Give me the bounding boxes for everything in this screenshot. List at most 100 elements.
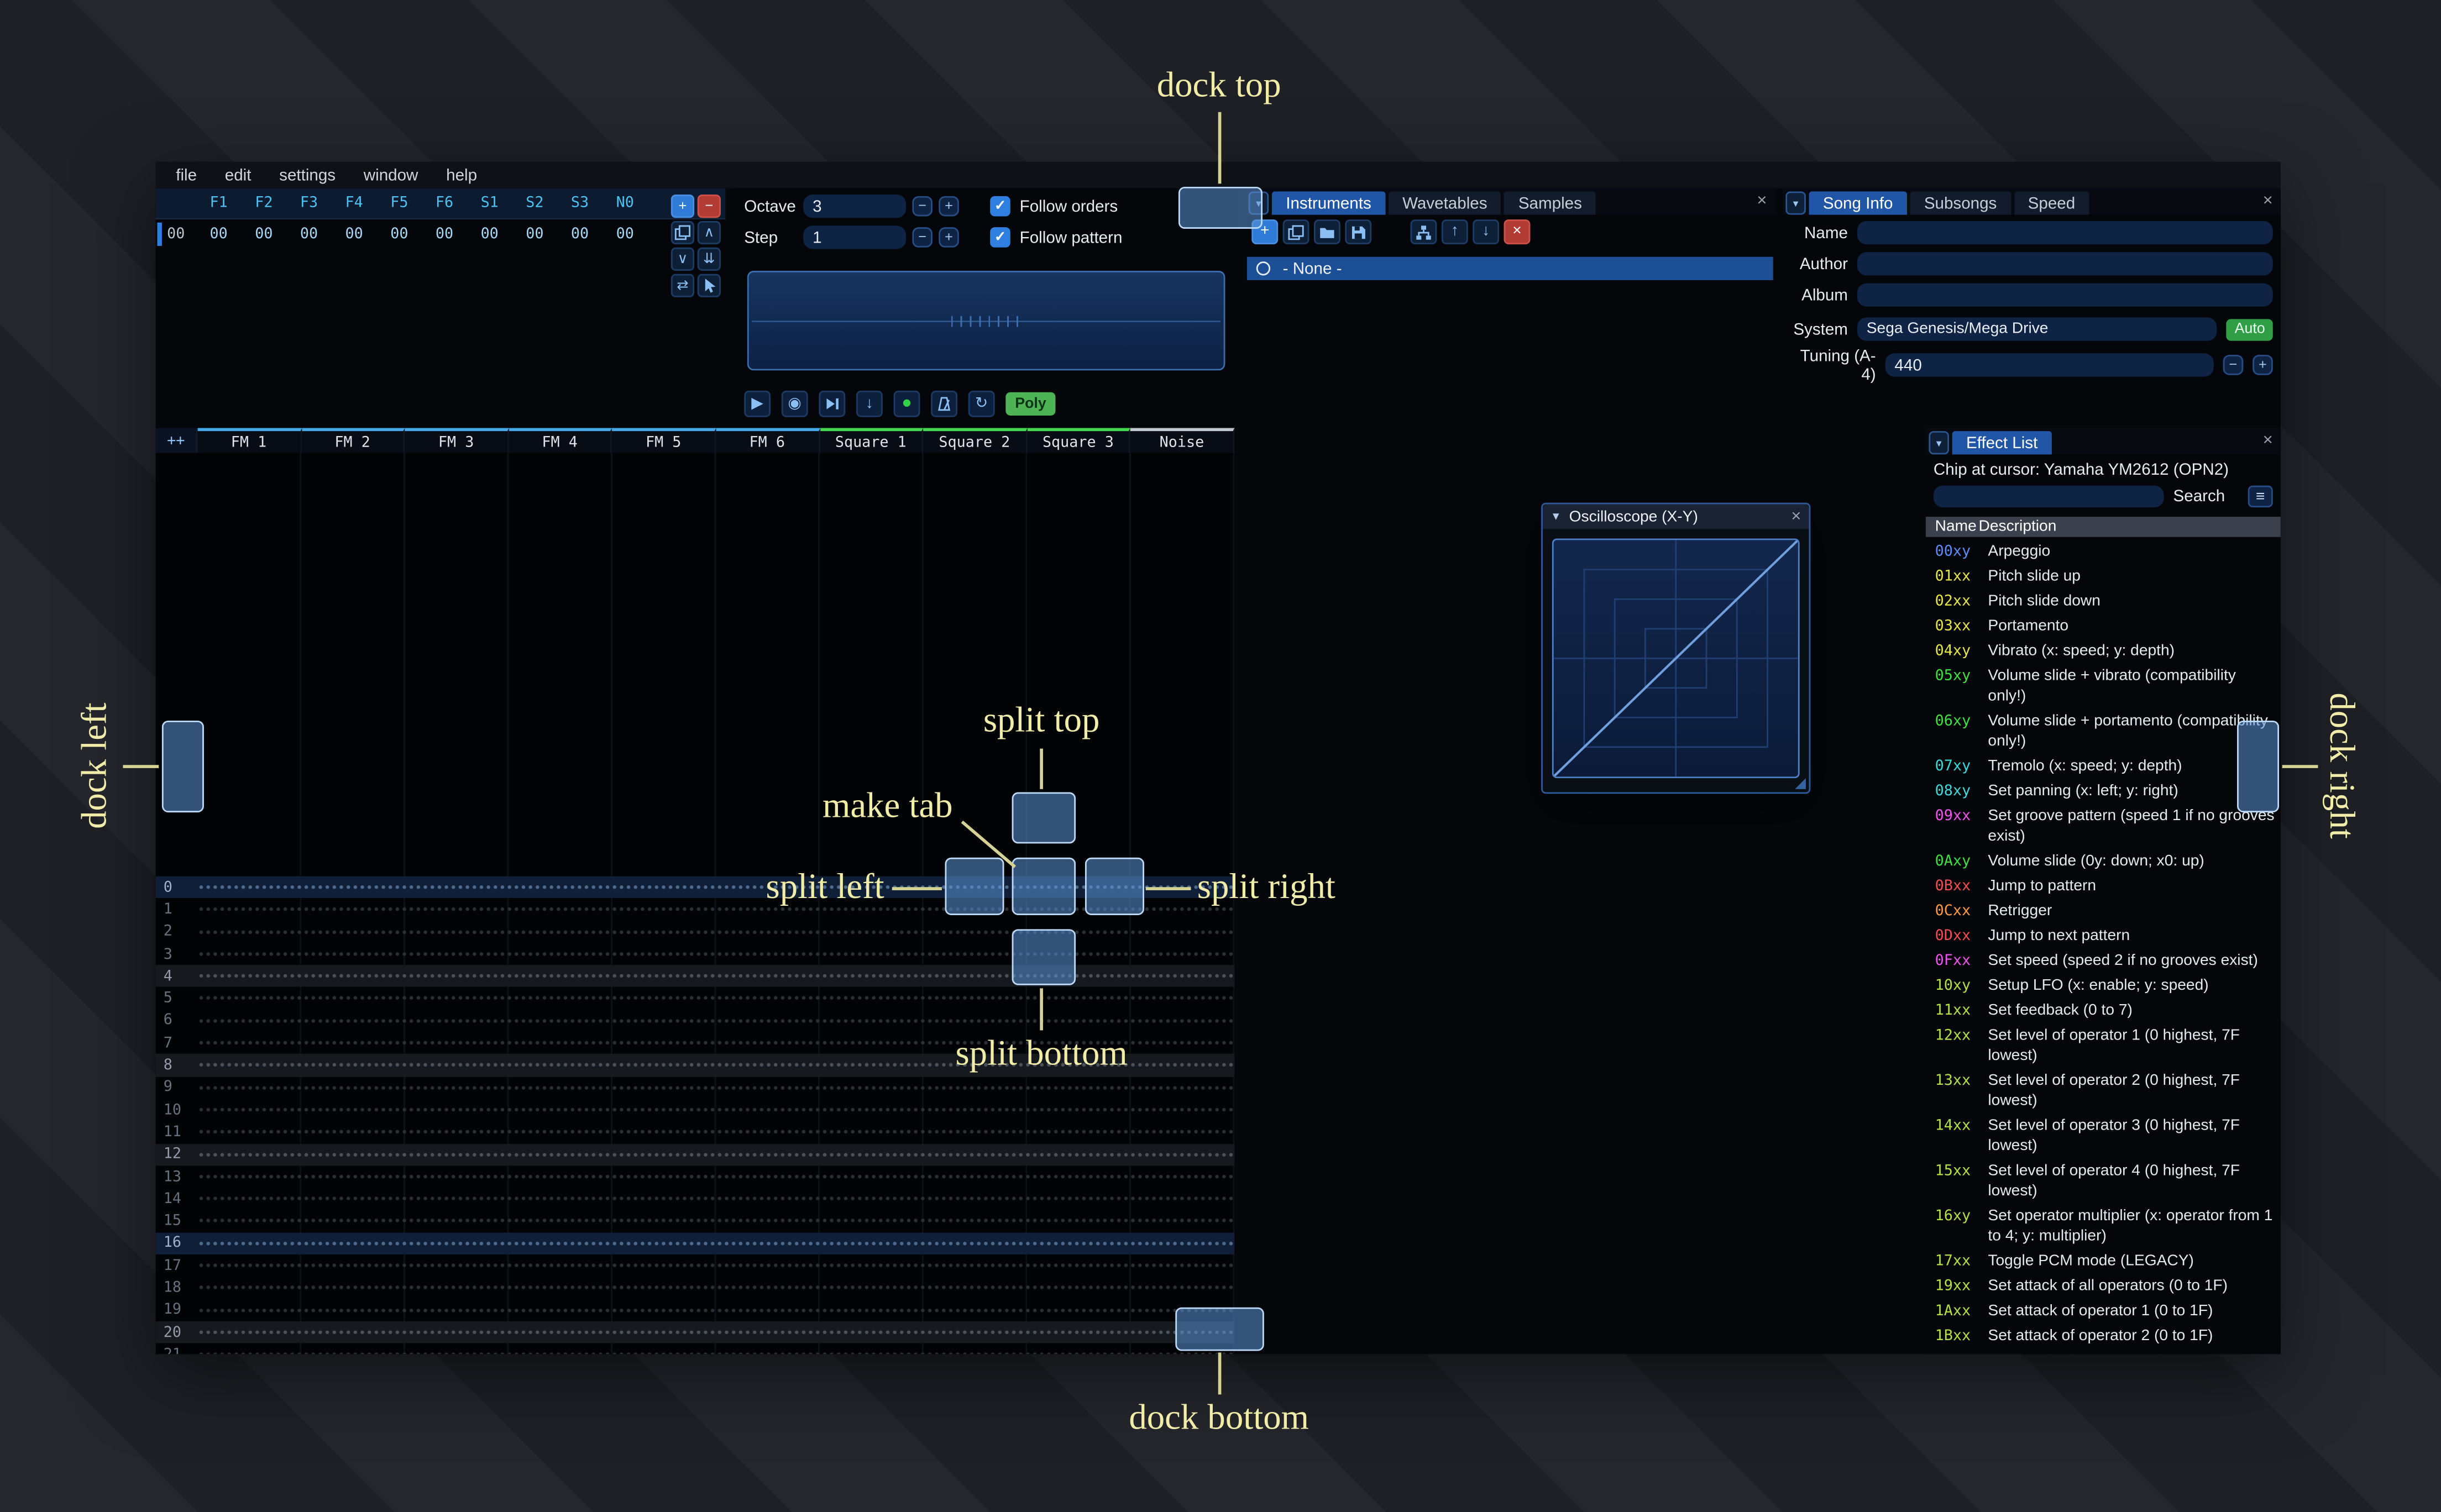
- tuning-input[interactable]: 440: [1885, 353, 2214, 377]
- record-button[interactable]: ●: [893, 390, 920, 417]
- order-duplicate-button[interactable]: [671, 221, 695, 245]
- step-input[interactable]: 1: [803, 225, 907, 249]
- step-row-button[interactable]: ↓: [856, 390, 883, 417]
- order-move-down-button[interactable]: ∨: [671, 247, 695, 271]
- menu-item[interactable]: file: [162, 166, 211, 185]
- author-input[interactable]: [1857, 252, 2273, 276]
- instruments-tab[interactable]: Wavetables: [1388, 191, 1501, 215]
- panel-menu-button[interactable]: ▾: [1929, 431, 1950, 455]
- channel-header[interactable]: Square 3: [1027, 428, 1131, 453]
- channel-header[interactable]: FM 6: [716, 428, 820, 453]
- close-icon[interactable]: ×: [1791, 507, 1801, 526]
- split-target-left[interactable]: [945, 857, 1004, 915]
- pattern-row[interactable]: 21: [156, 1343, 1235, 1355]
- effect-row[interactable]: 10xy Setup LFO (x: enable; y: speed): [1935, 974, 2281, 999]
- play-button[interactable]: ▶: [744, 390, 771, 417]
- instruments-tab[interactable]: Samples: [1504, 191, 1596, 215]
- orders-cell[interactable]: 00: [196, 225, 242, 243]
- pattern-row[interactable]: 20: [155, 1321, 1235, 1344]
- channel-header[interactable]: FM 5: [612, 428, 716, 453]
- effect-list-tab[interactable]: Effect List: [1952, 431, 2052, 455]
- instrument-move-up-button[interactable]: ↑: [1441, 219, 1468, 245]
- pattern-row[interactable]: 16: [155, 1232, 1235, 1255]
- effect-row[interactable]: 08xy Set panning (x: left; y: right): [1935, 780, 2281, 805]
- channel-header[interactable]: FM 3: [405, 428, 509, 453]
- name-input[interactable]: [1857, 221, 2273, 245]
- menu-item[interactable]: help: [432, 166, 491, 185]
- follow-pattern-checkbox[interactable]: ✓: [990, 227, 1010, 248]
- pattern-row[interactable]: 11: [156, 1121, 1235, 1143]
- song-info-tab[interactable]: Subsongs: [1910, 191, 2011, 215]
- close-icon[interactable]: ×: [2263, 191, 2273, 210]
- split-target-right[interactable]: [1085, 857, 1144, 915]
- split-target-bottom[interactable]: [1012, 929, 1076, 985]
- effect-row[interactable]: 03xx Portamento: [1935, 615, 2281, 639]
- order-jump-button[interactable]: ⇊: [697, 247, 721, 271]
- instrument-list-item-none[interactable]: - None -: [1246, 256, 1773, 280]
- pattern-row[interactable]: 17: [156, 1254, 1235, 1277]
- effect-row[interactable]: 0Fxx Set speed (speed 2 if no grooves ex…: [1935, 949, 2281, 974]
- pattern-row[interactable]: 6: [156, 1010, 1235, 1032]
- make-tab-target[interactable]: [1012, 857, 1076, 915]
- channel-header[interactable]: FM 2: [301, 428, 405, 453]
- system-input[interactable]: Sega Genesis/Mega Drive: [1857, 317, 2218, 341]
- close-icon[interactable]: ×: [1757, 191, 1767, 210]
- channel-header[interactable]: FM 4: [509, 428, 612, 453]
- channel-header[interactable]: FM 1: [197, 428, 302, 453]
- pattern-row[interactable]: 10: [156, 1099, 1235, 1121]
- orders-cell[interactable]: 00: [557, 225, 603, 243]
- oscilloscope-window[interactable]: ▼ Oscilloscope (X-Y) ×: [1541, 502, 1811, 794]
- octave-input[interactable]: 3: [803, 195, 907, 218]
- order-shuffle-button[interactable]: ⇄: [671, 274, 695, 297]
- order-remove-button[interactable]: −: [697, 195, 721, 218]
- instruments-tab[interactable]: Instruments: [1271, 191, 1386, 215]
- pattern-row[interactable]: 13: [156, 1166, 1235, 1188]
- effect-row[interactable]: 05xy Volume slide + vibrato (compatibili…: [1935, 665, 2281, 710]
- effect-row[interactable]: 0Bxx Jump to pattern: [1935, 875, 2281, 900]
- orders-cell[interactable]: 00: [286, 225, 332, 243]
- channel-header[interactable]: Square 1: [819, 428, 924, 453]
- orders-cell[interactable]: 00: [467, 225, 512, 243]
- pattern-row[interactable]: 9: [156, 1076, 1235, 1099]
- song-info-tab[interactable]: Speed: [2014, 191, 2089, 215]
- split-target-top[interactable]: [1012, 792, 1076, 844]
- effect-row[interactable]: 02xx Pitch slide down: [1935, 590, 2281, 615]
- effect-row[interactable]: 16xy Set operator multiplier (x: operato…: [1935, 1205, 2281, 1250]
- pattern-row[interactable]: 18: [156, 1277, 1235, 1299]
- dock-target-left[interactable]: [161, 720, 204, 813]
- instrument-save-button[interactable]: [1345, 219, 1372, 245]
- effect-row[interactable]: 13xx Set level of operator 2 (0 highest,…: [1935, 1069, 2281, 1115]
- order-add-button[interactable]: +: [671, 195, 695, 218]
- instrument-folders-button[interactable]: [1410, 219, 1437, 245]
- effect-row[interactable]: 06xy Volume slide + portamento (compatib…: [1935, 710, 2281, 755]
- dock-target-right[interactable]: [2237, 720, 2280, 813]
- octave-decrease-button[interactable]: −: [912, 196, 933, 217]
- effect-row[interactable]: 04xy Vibrato (x: speed; y: depth): [1935, 639, 2281, 664]
- dock-target-bottom[interactable]: [1175, 1307, 1264, 1351]
- effect-row[interactable]: 17xx Toggle PCM mode (LEGACY): [1935, 1250, 2281, 1274]
- orders-cell[interactable]: 00: [422, 225, 467, 243]
- tuning-increase-button[interactable]: +: [2253, 355, 2273, 375]
- effect-row[interactable]: 12xx Set level of operator 1 (0 highest,…: [1935, 1024, 2281, 1069]
- orders-cell[interactable]: 00: [603, 225, 648, 243]
- song-info-tab[interactable]: Song Info: [1809, 191, 1907, 215]
- orders-cell[interactable]: 00: [512, 225, 558, 243]
- collapse-icon[interactable]: ▼: [1550, 511, 1562, 522]
- play-pattern-button[interactable]: ◉: [781, 390, 808, 417]
- channel-header[interactable]: Square 2: [923, 428, 1028, 453]
- dock-target-top[interactable]: [1178, 186, 1263, 229]
- menu-item[interactable]: window: [349, 166, 432, 185]
- pattern-row[interactable]: 15: [156, 1210, 1235, 1232]
- album-input[interactable]: [1857, 283, 2273, 307]
- pattern-row[interactable]: 14: [156, 1188, 1235, 1210]
- order-edit-mode-button[interactable]: [697, 274, 721, 297]
- orders-cell[interactable]: 00: [242, 225, 287, 243]
- metronome-button[interactable]: [931, 390, 958, 417]
- channel-header[interactable]: Noise: [1130, 428, 1235, 453]
- instrument-open-button[interactable]: [1313, 219, 1340, 245]
- effect-row[interactable]: 14xx Set level of operator 3 (0 highest,…: [1935, 1114, 2281, 1159]
- effect-row[interactable]: 11xx Set feedback (0 to 7): [1935, 999, 2281, 1024]
- close-icon[interactable]: ×: [2263, 431, 2273, 450]
- follow-orders-checkbox[interactable]: ✓: [990, 196, 1010, 217]
- poly-button[interactable]: Poly: [1005, 392, 1056, 416]
